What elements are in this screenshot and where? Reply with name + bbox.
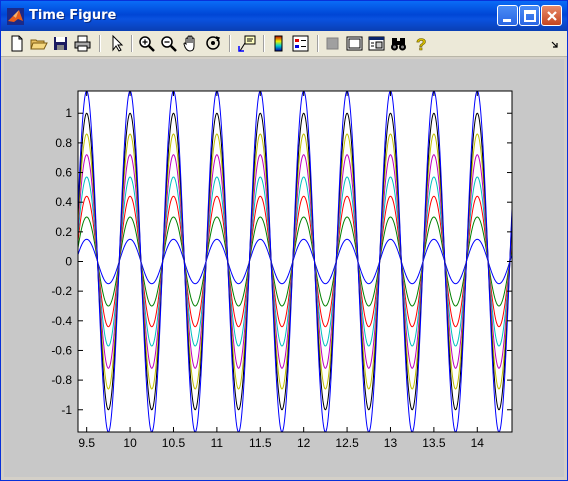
title-bar[interactable]: Time Figure [1,1,567,31]
rotate-3d-button[interactable] [203,34,223,53]
save-button[interactable] [51,34,71,53]
y-tick-label: 0.6 [55,166,72,180]
data-cursor-icon [238,35,256,52]
print-button[interactable] [73,34,93,53]
show-plot-tools-button[interactable] [345,34,365,53]
toolbar-separator [263,35,265,52]
legend-icon [292,35,309,52]
y-tick-label: 0.8 [55,136,72,150]
x-tick-label: 12.5 [335,436,359,450]
minimize-button[interactable] [497,5,518,26]
toolbar-separator [99,35,101,52]
edit-plot-arrow-icon [112,34,124,52]
rotate-3d-icon [206,36,221,50]
zoom-out-button[interactable] [159,34,179,53]
figure-window: Time Figure ? 9.5 10 10.5 11 11.5 12 12.… [0,0,568,481]
close-icon [547,11,557,21]
dock-arrow-icon [551,41,558,48]
insert-colorbar-button[interactable] [269,34,289,53]
svg-text:?: ? [416,35,426,53]
y-tick-label: -0.8 [51,373,72,387]
matlab-icon [7,8,24,25]
toolbar-separator [317,35,319,52]
pan-hand-icon [183,35,195,52]
figure-toolbar: ? [1,31,567,57]
insert-legend-button[interactable] [291,34,311,53]
find-button[interactable] [389,34,409,53]
y-tick-label: 1 [65,106,72,120]
y-tick-label: -0.4 [51,314,72,328]
x-tick-label: 9.5 [78,436,95,450]
binoculars-icon [391,38,406,51]
hide-plot-tools-button[interactable] [323,34,343,53]
pan-button[interactable] [181,34,201,53]
x-tick-label: 10.5 [162,436,186,450]
hide-plot-tools-icon [326,37,339,50]
y-tick-label: 0 [65,255,72,269]
data-cursor-button[interactable] [237,34,257,53]
close-button[interactable] [541,5,562,26]
open-file-button[interactable] [29,34,49,53]
maximize-icon [524,10,536,22]
plot-browser-button[interactable] [367,34,387,53]
x-tick-label: 12 [297,436,311,450]
y-tick-label: 0.2 [55,225,72,239]
minimize-icon [503,19,511,22]
toolbar-separator [229,35,231,52]
plot-browser-icon [368,36,385,51]
help-button[interactable]: ? [411,34,431,53]
zoom-in-icon [139,36,155,52]
colorbar-icon [274,35,283,52]
new-figure-icon [11,35,23,52]
plot-area [78,91,512,432]
maximize-button[interactable] [519,5,540,26]
figure-canvas: 9.5 10 10.5 11 11.5 12 12.5 13 13.5 14 -1 -0.8 -0.6-… [4,59,564,477]
toolbar-dock-arrow[interactable] [549,34,561,53]
toolbar-separator [131,35,133,52]
x-tick-label: 11.5 [249,436,272,450]
y-tick-label: -1 [61,403,72,417]
x-tick-label: 13.5 [422,436,446,450]
window-title: Time Figure [29,8,117,23]
zoom-in-button[interactable] [137,34,157,53]
y-tick-label: -0.6 [51,343,72,357]
save-icon [54,37,67,50]
print-icon [74,35,91,52]
y-tick-label: 0.4 [55,195,72,209]
y-tick-label: -0.2 [51,284,72,298]
help-icon: ? [416,35,427,53]
new-figure-button[interactable] [7,34,27,53]
open-file-icon [30,39,48,50]
x-tick-label: 14 [471,436,485,450]
x-tick-label: 11 [211,436,224,450]
show-plot-tools-icon [346,36,363,51]
x-tick-label: 13 [384,436,398,450]
zoom-out-icon [161,36,177,52]
edit-plot-button[interactable] [107,34,127,53]
plot-axes[interactable]: 9.5 10 10.5 11 11.5 12 12.5 13 13.5 14-1-0.8-0.6-… [4,59,564,477]
x-tick-label: 10 [123,436,137,450]
